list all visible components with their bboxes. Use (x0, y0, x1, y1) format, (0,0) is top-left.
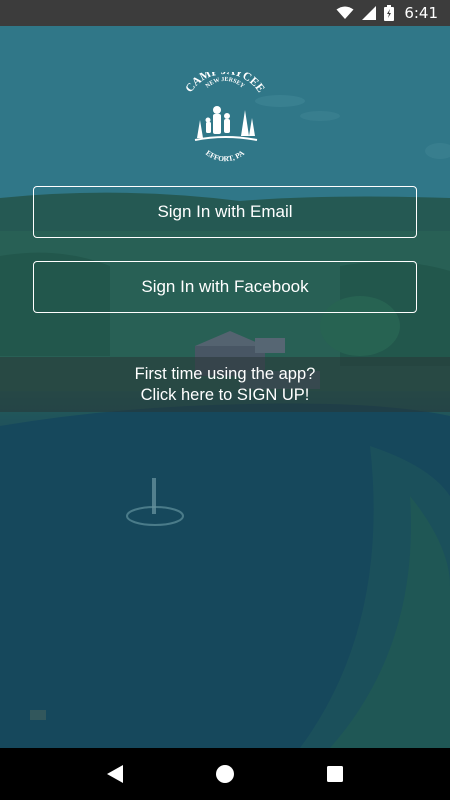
sign-up-link[interactable]: First time using the app? Click here to … (0, 357, 450, 412)
wifi-icon (336, 6, 354, 20)
battery-icon (384, 5, 395, 21)
back-icon[interactable] (95, 754, 135, 794)
signal-icon (362, 6, 377, 20)
sign-up-prompt: First time using the app? (134, 364, 316, 383)
home-icon[interactable] (205, 754, 245, 794)
sign-up-cta: Click here to SIGN UP! (140, 385, 310, 404)
camp-jaycee-logo: NEW JERSEY CAMP JAYCEE EFFORT, PA (175, 65, 275, 168)
sign-in-email-button[interactable]: Sign In with Email (33, 186, 417, 238)
status-time: 6:41 (404, 4, 438, 22)
recents-icon[interactable] (315, 754, 355, 794)
status-bar: 6:41 (0, 0, 450, 26)
sign-in-facebook-button[interactable]: Sign In with Facebook (33, 261, 417, 313)
svg-text:CAMP JAYCEE: CAMP JAYCEE (184, 72, 267, 95)
svg-text:EFFORT, PA: EFFORT, PA (204, 148, 246, 163)
navigation-bar (0, 748, 450, 800)
